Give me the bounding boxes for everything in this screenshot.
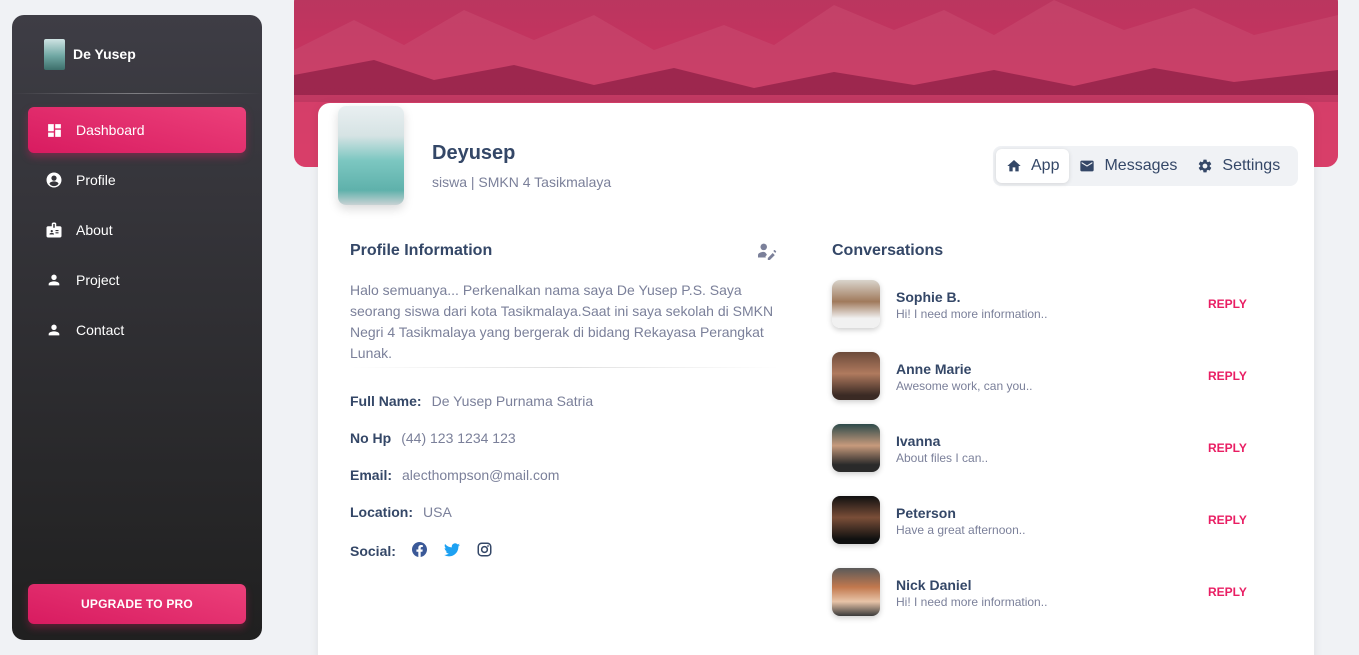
upgrade-to-pro-button[interactable]: UPGRADE TO PRO	[28, 584, 246, 624]
conversation-message: About files I can..	[896, 451, 989, 465]
tab-messages[interactable]: Messages	[1069, 149, 1187, 183]
info-full-name: Full Name: De Yusep Purnama Satria	[350, 393, 593, 409]
info-value: USA	[423, 504, 452, 520]
conversation-message: Hi! I need more information..	[896, 595, 1048, 609]
info-label: No Hp	[350, 430, 392, 446]
sidebar-brand[interactable]: De Yusep	[12, 15, 262, 93]
dashboard-icon	[45, 121, 63, 139]
profile-card: Deyusep siswa | SMKN 4 Tasikmalaya App M…	[318, 103, 1314, 655]
info-value: alecthompson@mail.com	[402, 467, 560, 483]
person-icon	[45, 321, 63, 339]
brand-avatar	[44, 38, 65, 70]
sidebar-item-about[interactable]: About	[28, 207, 246, 253]
sidebar: De Yusep Dashboard Profile About Project	[12, 15, 262, 640]
conversation-name: Anne Marie	[896, 361, 972, 377]
tab-label: App	[1031, 157, 1060, 174]
sidebar-item-contact[interactable]: Contact	[28, 307, 246, 353]
info-label: Location:	[350, 504, 413, 520]
gear-icon	[1197, 158, 1213, 174]
avatar	[832, 496, 880, 544]
profile-subtitle: siswa | SMKN 4 Tasikmalaya	[432, 174, 612, 190]
sidebar-item-profile[interactable]: Profile	[28, 157, 246, 203]
avatar	[832, 352, 880, 400]
conversation-message: Have a great afternoon..	[896, 523, 1026, 537]
tab-app[interactable]: App	[996, 149, 1070, 183]
info-value: (44) 123 1234 123	[401, 430, 516, 446]
conversation-name: Peterson	[896, 505, 956, 521]
profile-name: Deyusep	[432, 142, 516, 164]
sidebar-item-label: Contact	[76, 322, 125, 338]
sidebar-item-label: Project	[76, 272, 120, 288]
list-item: Peterson Have a great afternoon.. REPLY	[832, 496, 1262, 544]
sidebar-item-dashboard[interactable]: Dashboard	[28, 107, 246, 153]
conversation-message: Hi! I need more information..	[896, 307, 1048, 321]
conversations-title: Conversations	[832, 242, 944, 259]
list-item: Nick Daniel Hi! I need more information.…	[832, 568, 1262, 616]
sidebar-item-project[interactable]: Project	[28, 257, 246, 303]
facebook-icon[interactable]	[411, 542, 427, 560]
conversation-name: Nick Daniel	[896, 577, 972, 593]
list-item: Sophie B. Hi! I need more information.. …	[832, 280, 1262, 328]
info-label: Social:	[350, 543, 396, 559]
reply-button[interactable]: REPLY	[1208, 441, 1247, 455]
email-icon	[1079, 158, 1095, 174]
conversation-message: Awesome work, can you..	[896, 379, 1033, 393]
tab-label: Messages	[1104, 157, 1178, 174]
brand-name: De Yusep	[73, 46, 136, 62]
profile-information-title: Profile Information	[350, 242, 493, 259]
list-item: Ivanna About files I can.. REPLY	[832, 424, 1262, 472]
profile-avatar	[338, 106, 404, 205]
sidebar-item-label: Profile	[76, 172, 116, 188]
conversation-name: Ivanna	[896, 433, 941, 449]
edit-profile-icon[interactable]	[757, 242, 777, 260]
profile-tabs: App Messages Settings	[993, 146, 1298, 186]
sidebar-item-label: About	[76, 222, 113, 238]
avatar	[832, 280, 880, 328]
avatar	[832, 568, 880, 616]
reply-button[interactable]: REPLY	[1208, 369, 1247, 383]
home-icon	[1006, 158, 1022, 174]
sidebar-nav: Dashboard Profile About Project Contact	[12, 94, 262, 353]
info-social: Social:	[350, 542, 492, 560]
info-label: Email:	[350, 467, 393, 483]
sidebar-item-label: Dashboard	[76, 122, 145, 138]
account-circle-icon	[45, 171, 63, 189]
profile-bio: Halo semuanya... Perkenalkan nama saya D…	[350, 282, 774, 361]
tab-label: Settings	[1222, 157, 1281, 174]
info-email: Email: alecthompson@mail.com	[350, 467, 559, 483]
badge-icon	[45, 221, 63, 239]
info-label: Full Name:	[350, 393, 422, 409]
social-links	[411, 542, 492, 560]
info-value: De Yusep Purnama Satria	[431, 393, 594, 409]
reply-button[interactable]: REPLY	[1208, 513, 1247, 527]
reply-button[interactable]: REPLY	[1208, 585, 1247, 599]
reply-button[interactable]: REPLY	[1208, 297, 1247, 311]
avatar	[832, 424, 880, 472]
instagram-icon[interactable]	[477, 542, 492, 560]
section-divider	[350, 367, 780, 368]
conversation-name: Sophie B.	[896, 289, 961, 305]
info-location: Location: USA	[350, 504, 452, 520]
tab-settings[interactable]: Settings	[1187, 149, 1290, 183]
person-icon	[45, 271, 63, 289]
list-item: Anne Marie Awesome work, can you.. REPLY	[832, 352, 1262, 400]
twitter-icon[interactable]	[443, 542, 460, 560]
info-phone: No Hp (44) 123 1234 123	[350, 430, 516, 446]
